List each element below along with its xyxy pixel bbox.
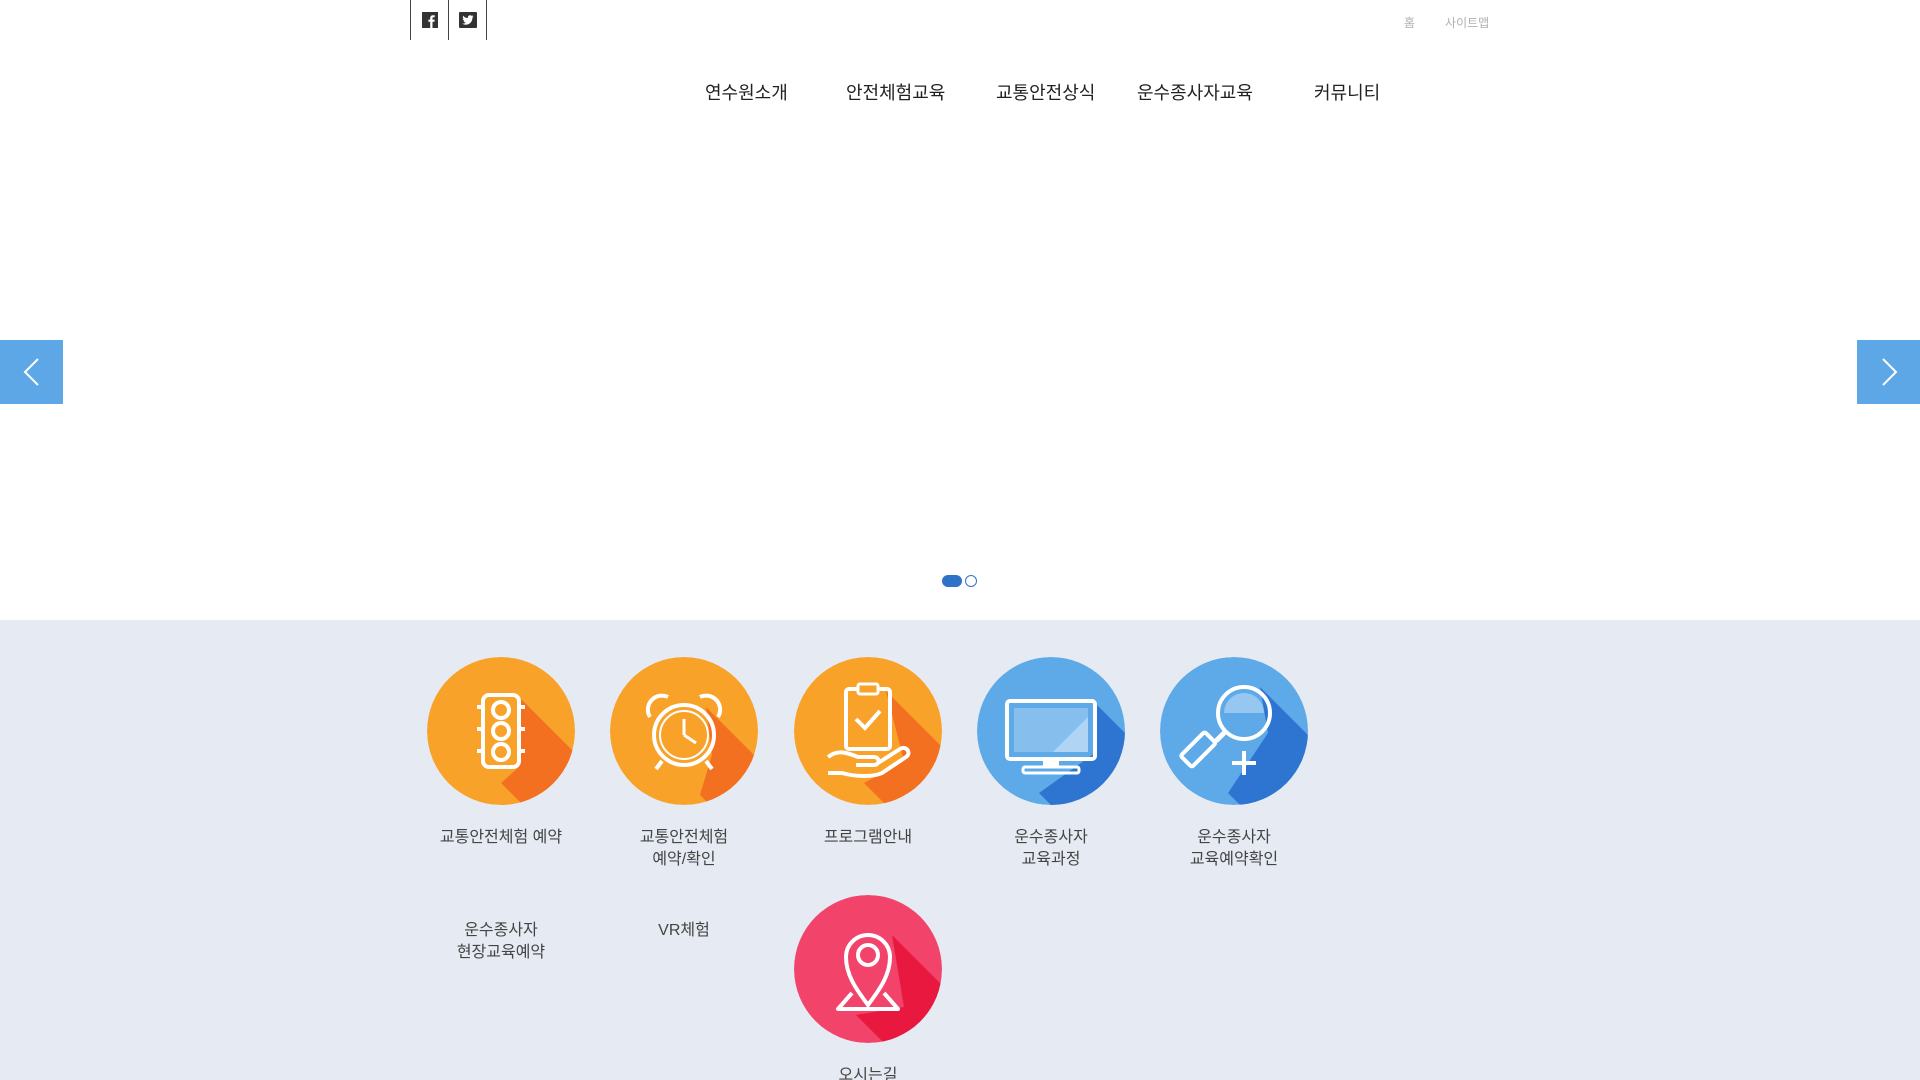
monitor-icon bbox=[977, 657, 1125, 805]
quick-item-icon-circle bbox=[610, 657, 758, 805]
sitemap-link[interactable]: 사이트맵 bbox=[1445, 14, 1489, 31]
quick-item-label: 운수종사자 교육예약확인 bbox=[1189, 829, 1279, 868]
chevron-right-icon bbox=[1881, 358, 1897, 386]
quick-item-icon-circle bbox=[794, 657, 942, 805]
slider-dot-1[interactable] bbox=[942, 575, 962, 587]
nav-item-traffic-safety[interactable]: 교통안전상식 bbox=[996, 79, 1095, 105]
quick-item-traffic-experience-reservation[interactable]: 교통안전체험 예약 bbox=[411, 657, 591, 849]
magnifier-plus-icon bbox=[1160, 657, 1308, 805]
traffic-light-icon bbox=[427, 657, 575, 805]
nav-item-driver-education[interactable]: 운수종사자교육 bbox=[1137, 79, 1253, 105]
quick-item-directions[interactable]: 오시는길 bbox=[778, 895, 958, 1080]
clipboard-check-icon bbox=[794, 657, 942, 805]
quick-item-icon-circle bbox=[1160, 657, 1308, 805]
facebook-icon bbox=[421, 12, 438, 28]
quick-item-label: 오시는길 bbox=[838, 1067, 898, 1080]
chevron-left-icon bbox=[23, 358, 39, 386]
facebook-button[interactable] bbox=[411, 0, 449, 40]
quick-item-icon-circle bbox=[794, 895, 942, 1043]
quick-item-icon-circle bbox=[977, 657, 1125, 805]
slider-next-button[interactable] bbox=[1857, 340, 1920, 404]
map-pin-icon bbox=[794, 895, 942, 1043]
nav-item-safety-experience[interactable]: 안전체험교육 bbox=[846, 79, 945, 105]
social-links bbox=[410, 0, 487, 40]
quick-item-label: 프로그램안내 bbox=[823, 829, 913, 846]
quick-item-driver-reservation-check[interactable]: 운수종사자 교육예약확인 bbox=[1144, 657, 1324, 871]
slider-pagination bbox=[942, 575, 977, 587]
quick-item-label: 교통안전체험 예약/확인 bbox=[639, 829, 729, 868]
alarm-clock-icon bbox=[610, 657, 758, 805]
quick-item-label: VR체험 bbox=[658, 922, 710, 939]
home-link[interactable]: 홈 bbox=[1404, 14, 1415, 31]
quick-item-driver-courses[interactable]: 운수종사자 교육과정 bbox=[961, 657, 1141, 871]
slider-dot-2[interactable] bbox=[965, 575, 977, 587]
quick-item-label: 교통안전체험 예약 bbox=[439, 829, 563, 846]
nav-item-about[interactable]: 연수원소개 bbox=[705, 79, 788, 105]
quick-item-label: 운수종사자 현장교육예약 bbox=[456, 922, 546, 961]
twitter-button[interactable] bbox=[449, 0, 487, 40]
twitter-icon bbox=[458, 12, 477, 28]
quick-item-program-guide[interactable]: 프로그램안내 bbox=[778, 657, 958, 849]
main-navigation: 연수원소개 안전체험교육 교통안전상식 운수종사자교육 커뮤니티 bbox=[0, 79, 1920, 105]
nav-item-community[interactable]: 커뮤니티 bbox=[1314, 79, 1380, 105]
slider-prev-button[interactable] bbox=[0, 340, 63, 404]
quick-item-vr-experience[interactable]: VR체험 bbox=[594, 920, 774, 942]
quick-item-onsite-education[interactable]: 운수종사자 현장교육예약 bbox=[411, 920, 591, 964]
quick-item-label: 운수종사자 교육과정 bbox=[1014, 829, 1088, 868]
quick-menu: 교통안전체험 예약 교통안전체험 예약/확인 프로그램안내 운수종사자 교육과정… bbox=[0, 620, 1920, 1080]
quick-item-icon-circle bbox=[427, 657, 575, 805]
quick-item-traffic-experience-confirm[interactable]: 교통안전체험 예약/확인 bbox=[594, 657, 774, 871]
utility-links: 홈 사이트맵 bbox=[1404, 14, 1489, 31]
hero-slider bbox=[0, 130, 1920, 620]
